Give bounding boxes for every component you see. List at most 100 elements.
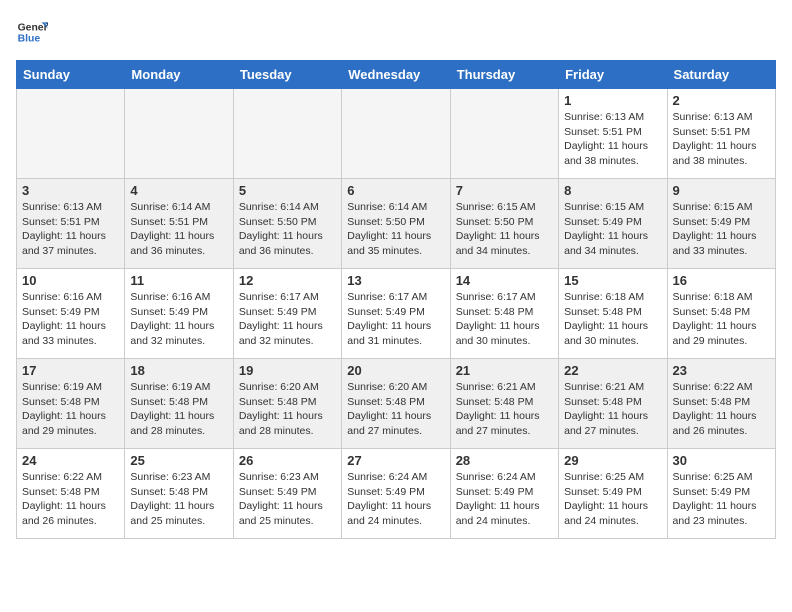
day-number: 19 [239,363,336,378]
cell-text: Daylight: 11 hours [130,229,227,244]
day-number: 23 [673,363,770,378]
calendar-cell [233,89,341,179]
calendar-cell: 25Sunrise: 6:23 AMSunset: 5:48 PMDayligh… [125,449,233,539]
cell-text: and 25 minutes. [130,514,227,529]
day-number: 9 [673,183,770,198]
cell-text: and 30 minutes. [564,334,661,349]
weekday-header-friday: Friday [559,61,667,89]
cell-text: Sunrise: 6:16 AM [22,290,119,305]
cell-text: Sunrise: 6:14 AM [347,200,444,215]
cell-text: Sunset: 5:48 PM [347,395,444,410]
cell-text: and 27 minutes. [456,424,553,439]
cell-text: Daylight: 11 hours [456,499,553,514]
weekday-header-monday: Monday [125,61,233,89]
calendar-cell: 29Sunrise: 6:25 AMSunset: 5:49 PMDayligh… [559,449,667,539]
cell-text: and 37 minutes. [22,244,119,259]
day-number: 16 [673,273,770,288]
calendar-week-row: 24Sunrise: 6:22 AMSunset: 5:48 PMDayligh… [17,449,776,539]
cell-text: and 34 minutes. [456,244,553,259]
cell-text: and 29 minutes. [22,424,119,439]
cell-text: Daylight: 11 hours [347,319,444,334]
cell-text: Daylight: 11 hours [456,409,553,424]
cell-text: and 24 minutes. [564,514,661,529]
cell-text: Sunset: 5:49 PM [239,485,336,500]
cell-text: Sunset: 5:48 PM [22,395,119,410]
cell-text: Sunrise: 6:16 AM [130,290,227,305]
calendar-cell: 17Sunrise: 6:19 AMSunset: 5:48 PMDayligh… [17,359,125,449]
cell-text: Sunset: 5:48 PM [130,395,227,410]
cell-text: Sunset: 5:49 PM [564,215,661,230]
cell-text: Sunset: 5:49 PM [347,305,444,320]
cell-text: Daylight: 11 hours [239,229,336,244]
day-number: 1 [564,93,661,108]
calendar-cell: 26Sunrise: 6:23 AMSunset: 5:49 PMDayligh… [233,449,341,539]
calendar-cell: 19Sunrise: 6:20 AMSunset: 5:48 PMDayligh… [233,359,341,449]
cell-text: and 33 minutes. [22,334,119,349]
cell-text: Sunrise: 6:15 AM [564,200,661,215]
cell-text: and 27 minutes. [564,424,661,439]
weekday-header-thursday: Thursday [450,61,558,89]
calendar-cell: 21Sunrise: 6:21 AMSunset: 5:48 PMDayligh… [450,359,558,449]
cell-text: Daylight: 11 hours [22,409,119,424]
cell-text: Sunrise: 6:20 AM [347,380,444,395]
cell-text: Sunset: 5:49 PM [239,305,336,320]
calendar-cell: 28 Sunrise: 6:24 AMSunset: 5:49 PMDayligh… [450,449,558,539]
cell-text: Daylight: 11 hours [456,319,553,334]
cell-text: Sunset: 5:51 PM [673,125,770,140]
calendar-cell: 13Sunrise: 6:17 AMSunset: 5:49 PMDayligh… [342,269,450,359]
cell-text: Sunrise: 6:18 AM [673,290,770,305]
day-number: 21 [456,363,553,378]
day-number: 24 [22,453,119,468]
day-number: 28 [456,453,553,468]
logo-icon: General Blue [16,16,48,48]
cell-text: Sunset: 5:49 PM [456,485,553,500]
cell-text: Sunrise: 6:17 AM [239,290,336,305]
calendar-cell: 10Sunrise: 6:16 AMSunset: 5:49 PMDayligh… [17,269,125,359]
calendar-cell: 18Sunrise: 6:19 AMSunset: 5:48 PMDayligh… [125,359,233,449]
cell-text: and 26 minutes. [22,514,119,529]
cell-text: Sunrise: 6:21 AM [456,380,553,395]
day-number: 6 [347,183,444,198]
cell-text: Sunrise: 6:24 AM [456,470,553,485]
day-number: 27 [347,453,444,468]
day-number: 11 [130,273,227,288]
cell-text: Daylight: 11 hours [673,139,770,154]
weekday-header-sunday: Sunday [17,61,125,89]
cell-text: Sunrise: 6:24 AM [347,470,444,485]
calendar-cell: 15Sunrise: 6:18 AMSunset: 5:48 PMDayligh… [559,269,667,359]
cell-text: Sunset: 5:50 PM [239,215,336,230]
cell-text: and 26 minutes. [673,424,770,439]
cell-text: Daylight: 11 hours [239,319,336,334]
cell-text: Sunrise: 6:17 AM [347,290,444,305]
calendar-table: SundayMondayTuesdayWednesdayThursdayFrid… [16,60,776,539]
cell-text: and 24 minutes. [347,514,444,529]
calendar-cell: 8 Sunrise: 6:15 AMSunset: 5:49 PMDaylight… [559,179,667,269]
day-number: 14 [456,273,553,288]
calendar-cell [125,89,233,179]
cell-text: Daylight: 11 hours [130,409,227,424]
day-number: 25 [130,453,227,468]
weekday-header-row: SundayMondayTuesdayWednesdayThursdayFrid… [17,61,776,89]
cell-text: Daylight: 11 hours [22,499,119,514]
cell-text: and 23 minutes. [673,514,770,529]
cell-text: Sunset: 5:48 PM [239,395,336,410]
cell-text: Daylight: 11 hours [130,499,227,514]
cell-text: Sunset: 5:51 PM [22,215,119,230]
calendar-cell: 1Sunrise: 6:13 AMSunset: 5:51 PMDaylight… [559,89,667,179]
calendar-week-row: 10Sunrise: 6:16 AMSunset: 5:49 PMDayligh… [17,269,776,359]
cell-text: and 24 minutes. [456,514,553,529]
cell-text: Daylight: 11 hours [564,229,661,244]
cell-text: and 34 minutes. [564,244,661,259]
cell-text: Daylight: 11 hours [22,319,119,334]
cell-text: and 29 minutes. [673,334,770,349]
day-number: 3 [22,183,119,198]
calendar-cell: 2Sunrise: 6:13 AMSunset: 5:51 PMDaylight… [667,89,775,179]
cell-text: Sunset: 5:49 PM [673,485,770,500]
header: General Blue [16,16,776,48]
day-number: 8 [564,183,661,198]
calendar-cell: 14Sunrise: 6:17 AMSunset: 5:48 PMDayligh… [450,269,558,359]
cell-text: Daylight: 11 hours [239,409,336,424]
cell-text: Daylight: 11 hours [130,319,227,334]
day-number: 26 [239,453,336,468]
calendar-cell: 3Sunrise: 6:13 AMSunset: 5:51 PMDaylight… [17,179,125,269]
